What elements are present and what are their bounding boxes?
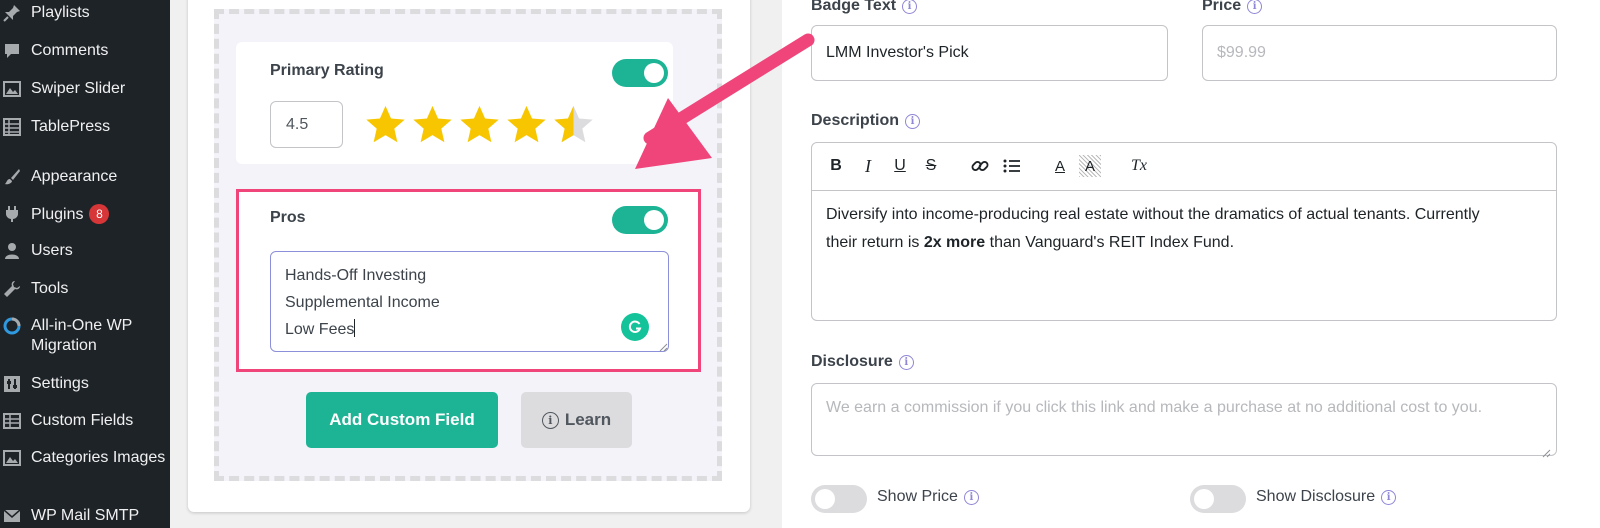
disclosure-textarea[interactable]: We earn a commission if you click this l… [811, 383, 1557, 456]
sidebar-item-label: Tools [31, 280, 69, 297]
learn-button-label: Learn [564, 410, 612, 429]
show-price-text: Show Price [877, 488, 958, 505]
info-icon[interactable]: i [898, 354, 914, 370]
info-icon[interactable]: i [1381, 489, 1397, 505]
custom-fields-icon [2, 411, 22, 431]
sidebar-item-label: Users [31, 242, 73, 259]
show-disclosure-text: Show Disclosure [1256, 488, 1376, 505]
rating-value-input[interactable]: 4.5 [270, 101, 343, 148]
info-icon[interactable]: i [902, 0, 918, 14]
badge-text-label-text: Badge Text [811, 0, 897, 14]
description-text: Diversify into income-producing real est… [826, 206, 1480, 223]
price-label-text: Price [1202, 0, 1242, 14]
show-disclosure-toggle[interactable] [1190, 485, 1246, 513]
info-icon[interactable]: i [905, 113, 921, 129]
grammarly-icon[interactable] [621, 313, 649, 341]
star-icon[interactable] [456, 102, 503, 148]
editor-toolbar: B I U S A A Tx [812, 143, 1556, 191]
star-icon[interactable] [503, 102, 550, 148]
slider-icon [2, 79, 22, 99]
pros-line: Supplemental Income [285, 294, 440, 311]
strikethrough-icon[interactable]: S [920, 155, 942, 177]
text-color-icon[interactable]: A [1049, 155, 1071, 177]
description-text: their return is [826, 234, 924, 251]
pros-textarea[interactable]: Hands-Off Investing Supplemental Income … [270, 251, 669, 352]
badge-text-input[interactable]: LMM Investor's Pick [811, 25, 1168, 81]
show-price-label: Show Price i [877, 488, 979, 506]
plugin-icon [2, 204, 22, 224]
sidebar-item-label: All-in-One WP Migration [31, 317, 133, 354]
price-placeholder: $99.99 [1217, 44, 1266, 61]
user-icon [2, 241, 22, 261]
settings-icon [2, 374, 22, 394]
pros-line-text: Low Fees [285, 321, 355, 338]
disclosure-label: Disclosure i [811, 353, 914, 371]
sidebar-item-label: Playlists [31, 4, 90, 21]
description-text: than Vanguard's REIT Index Fund. [985, 234, 1235, 251]
sidebar-item-label: Custom Fields [31, 412, 134, 429]
bullet-list-icon[interactable] [1001, 155, 1023, 177]
mail-icon [2, 506, 22, 526]
admin-sidebar: Playlists Comments Swiper Slider TablePr… [0, 0, 170, 528]
sidebar-item-label: Swiper Slider [31, 80, 126, 97]
star-rating[interactable] [362, 102, 597, 148]
learn-button[interactable]: i Learn [521, 392, 632, 448]
pin-icon [2, 3, 22, 23]
sidebar-item-label: Categories Images [31, 449, 166, 466]
sidebar-item-label: Comments [31, 42, 109, 59]
italic-icon[interactable]: I [857, 155, 879, 177]
comment-icon [2, 41, 22, 61]
resize-handle-icon[interactable] [658, 339, 668, 352]
paintbrush-icon [2, 167, 22, 187]
link-icon[interactable] [969, 155, 991, 177]
description-bold-text: 2x more [923, 234, 986, 251]
add-custom-field-button[interactable]: Add Custom Field [306, 392, 498, 448]
sidebar-item-label: Appearance [31, 168, 118, 185]
sidebar-item-label: TablePress [31, 118, 111, 135]
info-icon[interactable]: i [1247, 0, 1263, 14]
migration-icon [2, 316, 22, 336]
half-star-icon[interactable] [550, 102, 597, 148]
star-icon[interactable] [362, 102, 409, 148]
primary-rating-title: Primary Rating [270, 62, 384, 79]
pros-toggle[interactable] [612, 206, 668, 234]
description-label-text: Description [811, 112, 900, 129]
pros-title: Pros [270, 209, 306, 226]
description-label: Description i [811, 112, 921, 130]
pros-line: Hands-Off Investing [285, 267, 427, 284]
wrench-icon [2, 279, 22, 299]
image-icon [2, 448, 22, 468]
background-color-icon[interactable]: A [1079, 155, 1101, 177]
badge-text-value: LMM Investor's Pick [826, 44, 969, 61]
underline-icon[interactable]: U [889, 155, 911, 177]
price-input[interactable]: $99.99 [1202, 25, 1557, 81]
show-disclosure-label: Show Disclosure i [1256, 488, 1397, 506]
resize-handle-icon[interactable] [1541, 445, 1551, 458]
table-icon [2, 117, 22, 137]
star-icon[interactable] [409, 102, 456, 148]
clear-format-icon[interactable]: Tx [1128, 155, 1150, 177]
description-content[interactable]: Diversify into income-producing real est… [826, 201, 1546, 257]
info-icon: i [541, 411, 559, 429]
plugins-label: Plugins [31, 206, 84, 223]
sidebar-item-label: Settings [31, 375, 89, 392]
sidebar-item-label: WP Mail SMTP [31, 507, 140, 524]
sidebar-item-label: Plugins 8 [31, 204, 166, 225]
text-caret [354, 319, 356, 337]
description-editor[interactable]: B I U S A A Tx Diversify into income-pro… [811, 142, 1557, 321]
info-icon[interactable]: i [963, 489, 979, 505]
update-count-badge: 8 [89, 204, 110, 224]
bold-icon[interactable]: B [825, 155, 847, 177]
badge-text-label: Badge Text i [811, 0, 918, 15]
primary-rating-toggle[interactable] [612, 59, 668, 87]
pros-line-last: Low Fees [285, 316, 654, 343]
disclosure-label-text: Disclosure [811, 353, 893, 370]
price-label: Price i [1202, 0, 1263, 15]
disclosure-placeholder: We earn a commission if you click this l… [826, 399, 1483, 416]
show-price-toggle[interactable] [811, 485, 867, 513]
